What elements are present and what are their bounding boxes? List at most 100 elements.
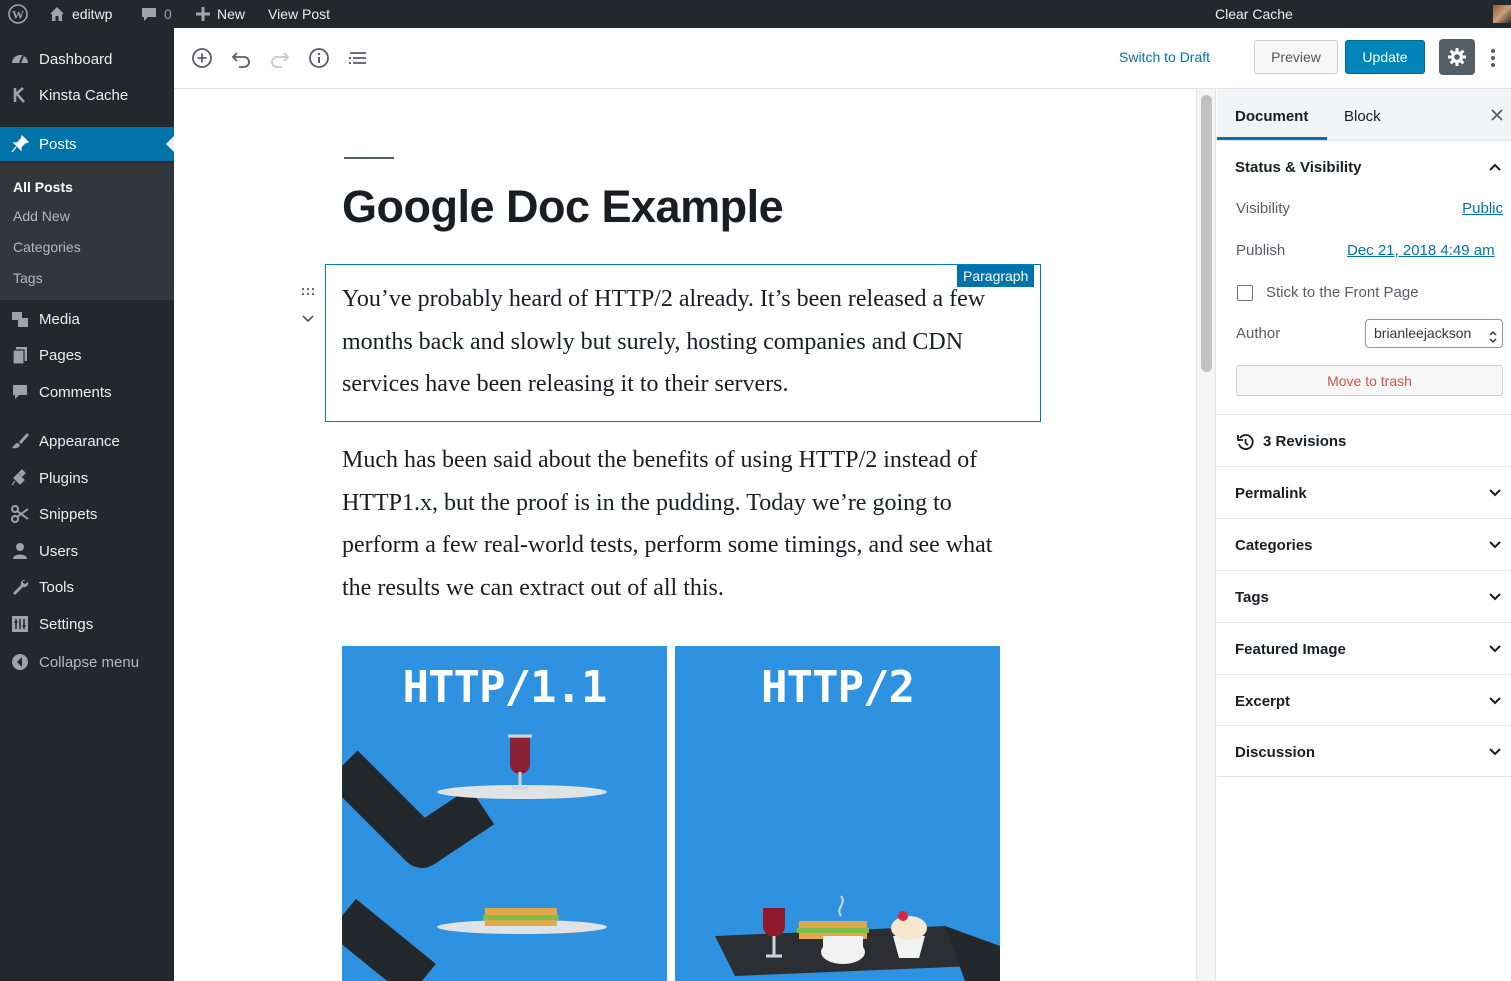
- http2-illustration[interactable]: HTTP/2: [675, 646, 1000, 981]
- submenu-tags[interactable]: Tags: [13, 270, 43, 286]
- chevron-down-icon: [1487, 744, 1503, 765]
- chevron-down-icon: [1487, 485, 1503, 506]
- info-icon[interactable]: [307, 46, 331, 70]
- editor-scrollbar[interactable]: [1196, 89, 1216, 981]
- outline-list-icon[interactable]: [346, 46, 370, 70]
- user-avatar[interactable]: [1493, 4, 1511, 24]
- waiter-trays-image: [342, 734, 607, 981]
- kinsta-icon: [10, 85, 30, 105]
- clear-cache-link[interactable]: Clear Cache: [1215, 0, 1293, 28]
- panel-title: Excerpt: [1235, 693, 1291, 710]
- home-icon: [50, 7, 64, 21]
- more-options-icon[interactable]: [1486, 46, 1500, 70]
- chevron-down-icon: [1487, 693, 1503, 714]
- admin-bar: W editwp 0 New View Post Clear Cache: [0, 0, 1511, 28]
- panel-title: Categories: [1235, 537, 1313, 554]
- comments-count: 0: [164, 6, 172, 22]
- submenu-add-new[interactable]: Add New: [13, 208, 70, 224]
- drag-handle-icon[interactable]: [300, 285, 316, 304]
- sidebar-item-posts[interactable]: Posts: [0, 127, 174, 161]
- sidebar-item-settings[interactable]: Settings: [0, 607, 174, 641]
- sidebar-item-tools[interactable]: Tools: [0, 570, 174, 604]
- close-icon[interactable]: [1491, 108, 1503, 126]
- wordpress-logo-icon[interactable]: W: [8, 0, 28, 28]
- sidebar-item-label: Tools: [39, 578, 75, 596]
- select-arrows-icon: [1489, 326, 1497, 353]
- settings-sidebar: Document Block Status & Visibility Visib…: [1217, 89, 1511, 981]
- publish-date-link[interactable]: Dec 21, 2018 4:49 am: [1347, 242, 1495, 259]
- sidebar-item-label: Media: [39, 310, 80, 328]
- collapse-menu-button[interactable]: Collapse menu: [0, 645, 174, 679]
- settings-toggle-button[interactable]: [1439, 39, 1475, 75]
- sidebar-item-appearance[interactable]: Appearance: [0, 424, 174, 458]
- submenu-categories[interactable]: Categories: [13, 239, 81, 255]
- panel-title: Permalink: [1235, 485, 1307, 502]
- panel-title: Status & Visibility: [1235, 159, 1362, 176]
- tab-document[interactable]: Document: [1235, 108, 1308, 125]
- sticky-label: Stick to the Front Page: [1266, 284, 1419, 301]
- chevron-down-icon: [1487, 641, 1503, 662]
- http1-illustration[interactable]: HTTP/1.1: [342, 646, 667, 981]
- author-label: Author: [1236, 325, 1281, 342]
- single-tray-image: [715, 895, 1000, 981]
- gear-icon: [1448, 48, 1466, 66]
- move-down-icon[interactable]: [300, 312, 316, 331]
- settings-icon: [10, 614, 30, 634]
- visibility-link[interactable]: Public: [1462, 200, 1503, 217]
- update-button[interactable]: Update: [1345, 40, 1425, 74]
- view-post-link[interactable]: View Post: [268, 0, 330, 28]
- paragraph-block-1[interactable]: You’ve probably heard of HTTP/2 already.…: [342, 278, 1012, 406]
- sidebar-item-label: Dashboard: [39, 50, 113, 68]
- sidebar-item-pages[interactable]: Pages: [0, 338, 174, 372]
- tab-block[interactable]: Block: [1344, 108, 1381, 125]
- sidebar-item-users[interactable]: Users: [0, 534, 174, 568]
- new-content-link[interactable]: New: [195, 0, 245, 28]
- sidebar-item-comments[interactable]: Comments: [0, 375, 174, 409]
- switch-to-draft-button[interactable]: Switch to Draft: [1119, 49, 1210, 65]
- panel-tags[interactable]: Tags: [1217, 570, 1511, 622]
- brush-icon: [10, 431, 30, 451]
- author-select[interactable]: brianleejackson: [1365, 319, 1503, 348]
- sidebar-item-label: Snippets: [39, 505, 98, 523]
- dashboard-icon: [10, 49, 30, 69]
- undo-icon[interactable]: [229, 46, 253, 70]
- panel-categories[interactable]: Categories: [1217, 518, 1511, 570]
- chevron-down-icon: [1487, 537, 1503, 558]
- visibility-label: Visibility: [1236, 200, 1290, 217]
- clear-cache-label: Clear Cache: [1215, 6, 1293, 22]
- title-separator: [344, 157, 394, 159]
- submenu-all-posts[interactable]: All Posts: [13, 179, 73, 195]
- revisions-label: 3 Revisions: [1263, 433, 1347, 450]
- sidebar-item-plugins[interactable]: Plugins: [0, 461, 174, 495]
- sticky-checkbox[interactable]: [1237, 285, 1253, 301]
- posts-submenu: All Posts Add New Categories Tags: [0, 163, 174, 300]
- panel-discussion[interactable]: Discussion: [1217, 725, 1511, 777]
- author-select-value: brianleejackson: [1374, 325, 1472, 341]
- post-title[interactable]: Google Doc Example: [342, 181, 784, 233]
- pin-icon: [10, 134, 30, 154]
- sidebar-item-label: Pages: [39, 346, 82, 364]
- sidebar-item-label: Users: [39, 542, 79, 560]
- sidebar-item-kinsta-cache[interactable]: Kinsta Cache: [0, 78, 174, 112]
- media-icon: [10, 309, 30, 329]
- panel-status-visibility[interactable]: Status & Visibility: [1217, 141, 1511, 193]
- sidebar-item-dashboard[interactable]: Dashboard: [0, 42, 174, 76]
- paragraph-block-2[interactable]: Much has been said about the benefits of…: [342, 439, 1012, 609]
- comments-link[interactable]: 0: [140, 0, 172, 28]
- sidebar-item-media[interactable]: Media: [0, 302, 174, 336]
- scrollbar-thumb[interactable]: [1201, 95, 1212, 372]
- view-post-label: View Post: [268, 6, 330, 22]
- sidebar-item-snippets[interactable]: Snippets: [0, 497, 174, 531]
- site-name-link[interactable]: editwp: [48, 0, 112, 28]
- redo-icon[interactable]: [268, 46, 292, 70]
- panel-permalink[interactable]: Permalink: [1217, 466, 1511, 518]
- move-to-trash-button[interactable]: Move to trash: [1236, 365, 1503, 396]
- panel-title: Featured Image: [1235, 641, 1346, 658]
- admin-sidebar: Dashboard Kinsta Cache Posts All Posts A…: [0, 28, 174, 981]
- add-block-icon[interactable]: [190, 46, 214, 70]
- panel-excerpt[interactable]: Excerpt: [1217, 674, 1511, 726]
- panel-featured-image[interactable]: Featured Image: [1217, 622, 1511, 674]
- svg-text:W: W: [12, 8, 24, 22]
- panel-revisions[interactable]: 3 Revisions: [1217, 414, 1511, 466]
- preview-button[interactable]: Preview: [1254, 40, 1338, 74]
